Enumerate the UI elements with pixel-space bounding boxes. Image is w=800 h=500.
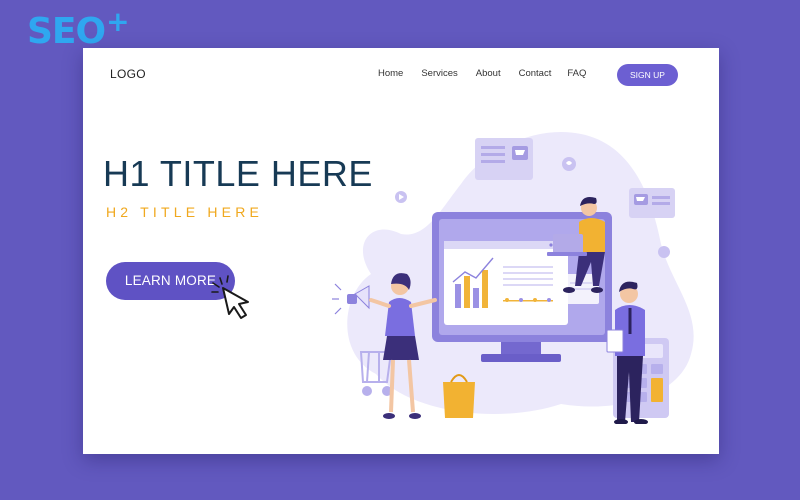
mouse-pointer-icon <box>211 275 249 319</box>
main-nav: Home Services About Contact FAQ <box>378 68 586 79</box>
sign-up-button[interactable]: SIGN UP <box>617 64 678 86</box>
nav-faq[interactable]: FAQ <box>567 68 586 79</box>
logo[interactable]: LOGO <box>110 67 146 81</box>
nav-services[interactable]: Services <box>421 68 457 79</box>
business-analytics-illustration <box>332 132 694 424</box>
brand-plus-icon: + <box>106 5 130 38</box>
store-card-right <box>629 188 675 218</box>
landing-page-mockup: LOGO Home Services About Contact FAQ SIG… <box>83 48 719 454</box>
store-card-top <box>475 138 533 180</box>
hero-subtitle: H2 TITLE HERE <box>106 204 264 220</box>
nav-contact[interactable]: Contact <box>519 68 552 79</box>
nav-about[interactable]: About <box>476 68 501 79</box>
nav-home[interactable]: Home <box>378 68 403 79</box>
